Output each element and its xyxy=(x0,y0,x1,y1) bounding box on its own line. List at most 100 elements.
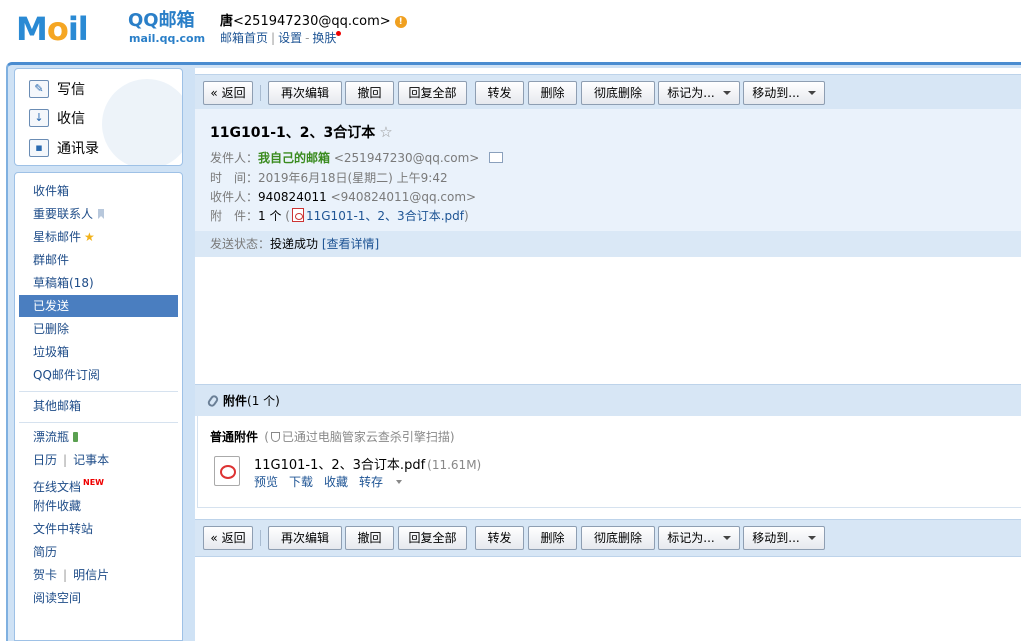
sidebar-item-cards-postcards: 贺卡 | 明信片 xyxy=(19,564,178,586)
change-skin-link[interactable]: 换肤 xyxy=(312,31,336,45)
reedit-button[interactable]: 再次编辑 xyxy=(268,526,342,550)
delete-button[interactable]: 删除 xyxy=(528,81,577,105)
sidebar-item-drafts[interactable]: 草稿箱(18) xyxy=(19,272,178,294)
sidebar-divider xyxy=(19,391,178,392)
mail-toolbar-top: « 返回 再次编辑 撤回 回复全部 转发 删除 彻底删除 标记为... 移动到.… xyxy=(195,74,1021,112)
recall-button[interactable]: 撤回 xyxy=(345,81,394,105)
attachment-type-row: 普通附件 (已通过电脑管家云查杀引擎扫描) xyxy=(210,428,455,445)
item-separator: | xyxy=(63,453,68,467)
back-button[interactable]: « 返回 xyxy=(203,81,253,105)
chevron-down-icon xyxy=(722,536,731,540)
sidebar-item-spam[interactable]: 垃圾箱 xyxy=(19,341,178,363)
download-link[interactable]: 下载 xyxy=(289,475,313,489)
view-details-link[interactable]: [查看详情] xyxy=(322,237,379,251)
sidebar-item-inbox[interactable]: 收件箱 xyxy=(19,180,178,202)
attachment-label: 附 件： xyxy=(210,209,259,223)
star-icon: ★ xyxy=(84,230,95,244)
recall-button[interactable]: 撤回 xyxy=(345,526,394,550)
inbox-download-icon: ↓ xyxy=(29,109,49,127)
sidebar-item-postcards[interactable]: 明信片 xyxy=(73,568,109,582)
attachment-file-name[interactable]: 11G101-1、2、3合订本.pdf xyxy=(254,458,425,473)
back-button[interactable]: « 返回 xyxy=(203,526,253,550)
contacts-button[interactable]: ▪ 通讯录 xyxy=(29,136,99,160)
sidebar-item-sent[interactable]: 已发送 xyxy=(19,295,178,317)
move-to-dropdown[interactable]: 移动到... xyxy=(743,81,825,105)
mark-as-label: 标记为... xyxy=(667,86,715,100)
favorite-link[interactable]: 收藏 xyxy=(324,475,348,489)
mail-home-link[interactable]: 邮箱首页 xyxy=(220,31,268,45)
move-to-label: 移动到... xyxy=(752,531,800,545)
user-name: 唐 xyxy=(220,14,234,29)
sidebar-item-cards[interactable]: 贺卡 xyxy=(33,568,57,582)
user-email: <251947230@qq.com> xyxy=(233,14,391,29)
move-to-dropdown[interactable]: 移动到... xyxy=(743,526,825,550)
logo-domain: mail.qq.com xyxy=(129,32,206,45)
purge-button[interactable]: 彻底删除 xyxy=(581,81,655,105)
sidebar-item-notes[interactable]: 记事本 xyxy=(73,453,109,467)
mail-time-row: 时 间：2019年6月18日(星期二) 上午9:42 xyxy=(210,169,448,186)
item-separator: | xyxy=(63,568,68,582)
sidebar-item-bottle[interactable]: 漂流瓶 xyxy=(19,426,178,448)
mark-as-dropdown[interactable]: 标记为... xyxy=(658,526,740,550)
sidebar-item-starred[interactable]: 星标邮件 ★ xyxy=(19,226,178,248)
reply-all-button[interactable]: 回复全部 xyxy=(398,81,467,105)
forward-button[interactable]: 转发 xyxy=(475,526,524,550)
scan-note-text: 已通过电脑管家云查杀引擎扫描 xyxy=(281,430,450,444)
chevron-down-icon xyxy=(722,91,731,95)
compose-button[interactable]: ✎ 写信 xyxy=(29,77,85,101)
bookmark-icon xyxy=(98,209,105,219)
sidebar-item-docs[interactable]: 在线文档 NEW xyxy=(19,472,178,494)
mark-as-dropdown[interactable]: 标记为... xyxy=(658,81,740,105)
sidebar-item-file-transfer[interactable]: 文件中转站 xyxy=(19,518,178,540)
mail-attachment-row: 附 件：1 个 (11G101-1、2、3合订本.pdf) xyxy=(210,207,469,224)
purge-button[interactable]: 彻底删除 xyxy=(581,526,655,550)
mail-to-row: 收件人：940824011 <940824011@qq.com> xyxy=(210,188,476,205)
sidebar-item-reading[interactable]: 阅读空间 xyxy=(19,587,178,609)
sidebar-divider xyxy=(19,422,178,423)
settings-link[interactable]: 设置 xyxy=(278,31,302,45)
delivery-status-bar: 发送状态：投递成功 [查看详情] xyxy=(195,231,1021,257)
logo-title: QQ邮箱 xyxy=(128,10,195,31)
attachment-actions: 预览 下载 收藏 转存 xyxy=(254,473,413,490)
sidebar-item-resume[interactable]: 简历 xyxy=(19,541,178,563)
toolbar-separator xyxy=(260,530,261,546)
pdf-file-icon[interactable] xyxy=(214,456,240,486)
contacts-label: 通讯录 xyxy=(57,141,99,157)
star-toggle-icon[interactable]: ☆ xyxy=(379,123,392,141)
to-label: 收件人： xyxy=(210,190,259,204)
preview-link[interactable]: 预览 xyxy=(254,475,278,489)
attachment-count: 1 个 xyxy=(258,209,282,223)
paren-close: ) xyxy=(463,209,469,223)
to-name[interactable]: 940824011 xyxy=(258,190,327,204)
contact-card-icon[interactable] xyxy=(489,152,504,163)
receive-button[interactable]: ↓ 收信 xyxy=(29,106,85,130)
bottle-icon xyxy=(73,432,79,442)
sidebar-item-groups[interactable]: 群邮件 xyxy=(19,249,178,271)
reedit-button[interactable]: 再次编辑 xyxy=(268,81,342,105)
link-separator: | xyxy=(271,31,276,45)
attachments-title: 附件 xyxy=(223,394,248,408)
sidebar-item-vip[interactable]: 重要联系人 xyxy=(19,203,178,225)
sidebar-item-other-mailboxes[interactable]: 其他邮箱 xyxy=(19,395,178,417)
sidebar-item-calendar[interactable]: 日历 xyxy=(33,453,57,467)
from-name[interactable]: 我自己的邮箱 xyxy=(258,151,330,165)
sidebar-item-attachment-favorites[interactable]: 附件收藏 xyxy=(19,495,178,517)
attachments-header: 附件(1 个) xyxy=(195,384,1021,416)
time-label: 时 间： xyxy=(210,171,259,185)
to-address: <940824011@qq.com> xyxy=(330,190,477,204)
scan-note: (已通过电脑管家云查杀引擎扫描) xyxy=(264,430,454,444)
delete-button[interactable]: 删除 xyxy=(528,526,577,550)
mail-subject: 11G101-1、2、3合订本 ☆ xyxy=(210,122,393,142)
reply-all-button[interactable]: 回复全部 xyxy=(398,526,467,550)
warning-icon[interactable]: ! xyxy=(394,16,407,28)
save-to-dropdown[interactable]: 转存 xyxy=(359,475,403,489)
status-label: 发送状态： xyxy=(210,237,271,251)
attachment-type-label: 普通附件 xyxy=(210,430,259,444)
attachment-file-link[interactable]: 11G101-1、2、3合订本.pdf xyxy=(306,209,464,223)
sidebar-item-deleted[interactable]: 已删除 xyxy=(19,318,178,340)
attachment-file: 11G101-1、2、3合订本.pdf (11.61M) xyxy=(254,454,481,473)
forward-button[interactable]: 转发 xyxy=(475,81,524,105)
paperclip-icon xyxy=(206,393,220,409)
sidebar-item-subscriptions[interactable]: QQ邮件订阅 xyxy=(19,364,178,386)
time-value: 2019年6月18日(星期二) 上午9:42 xyxy=(258,171,448,185)
